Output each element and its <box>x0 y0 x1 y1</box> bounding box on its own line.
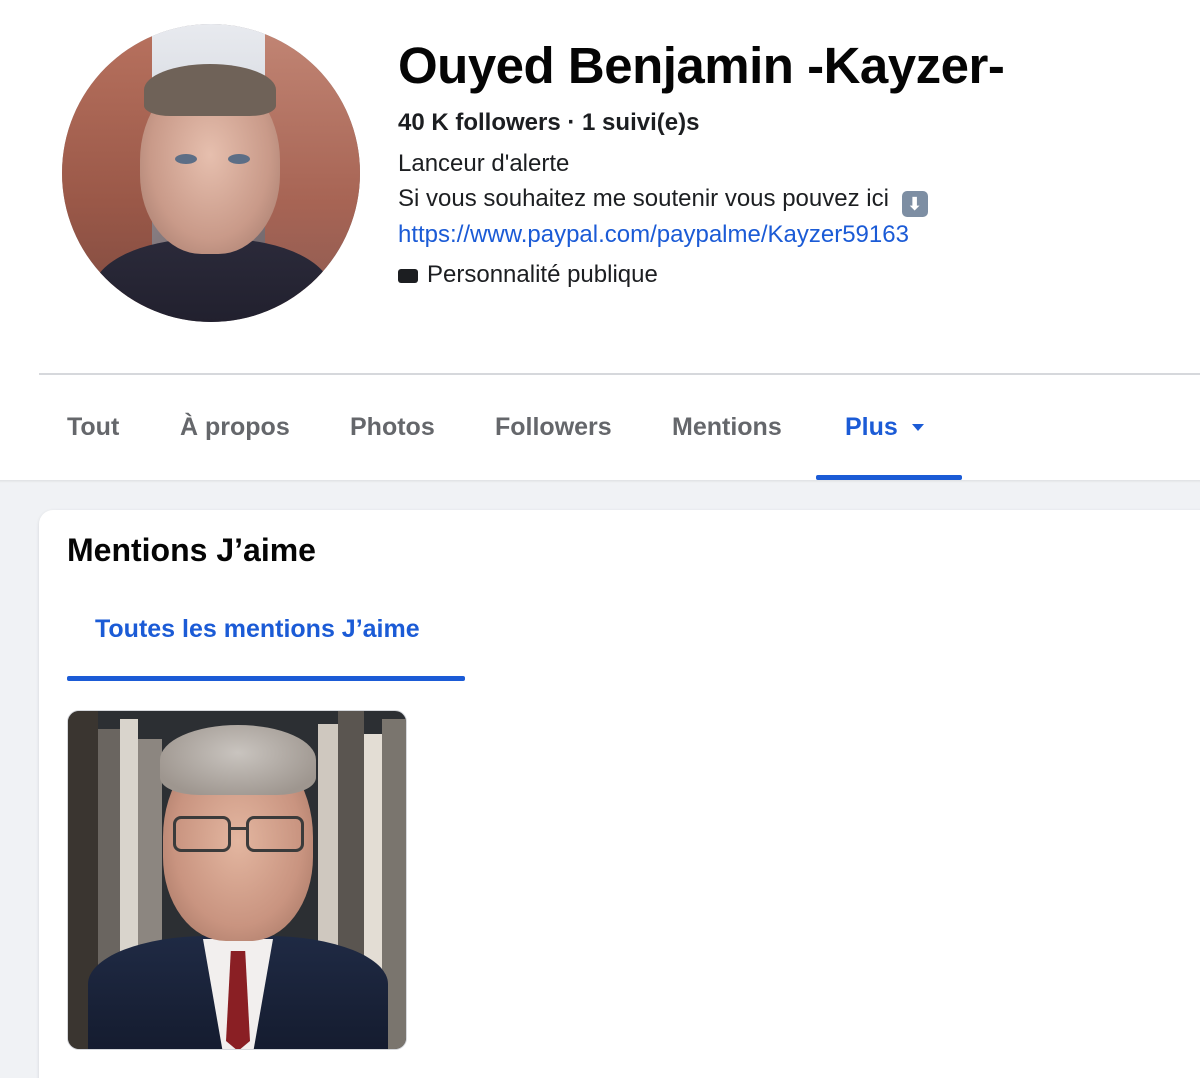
bio-line-1: Lanceur d'alerte <box>398 150 570 177</box>
bio-line-2: Si vous souhaitez me soutenir vous pouve… <box>398 185 928 217</box>
person-hair <box>160 725 316 795</box>
tab-plus[interactable]: Plus <box>845 413 924 442</box>
glasses-right-lens <box>246 816 304 852</box>
profile-name: Ouyed Benjamin -Kayzer- <box>398 37 1005 94</box>
likes-section-title: Mentions J’aime <box>67 532 316 568</box>
tab-followers[interactable]: Followers <box>495 413 612 442</box>
tab-a-propos[interactable]: À propos <box>180 413 290 442</box>
glasses-bridge <box>228 827 248 830</box>
glasses-left-lens <box>173 816 231 852</box>
profile-category-label: Personnalité publique <box>427 261 658 288</box>
avatar-hair <box>144 64 276 116</box>
header-shadow <box>0 480 1200 483</box>
profile-page: Ouyed Benjamin -Kayzer- 40 K followers ·… <box>0 0 1200 1078</box>
clapperboard-icon <box>398 269 418 283</box>
profile-header: Ouyed Benjamin -Kayzer- 40 K followers ·… <box>0 0 1200 480</box>
paypal-link[interactable]: https://www.paypal.com/paypalme/Kayzer59… <box>398 221 909 249</box>
tab-photos[interactable]: Photos <box>350 413 435 442</box>
caret-down-icon <box>911 424 924 431</box>
tab-tout[interactable]: Tout <box>67 413 119 442</box>
profile-category: Personnalité publique <box>398 261 658 289</box>
subtab-indicator <box>67 676 465 681</box>
liked-page-thumbnail[interactable] <box>67 710 407 1050</box>
tab-mentions[interactable]: Mentions <box>672 413 782 442</box>
profile-stats[interactable]: 40 K followers · 1 suivi(e)s <box>398 109 699 137</box>
bio-line-2-text: Si vous souhaitez me soutenir vous pouve… <box>398 185 889 212</box>
tab-all-likes[interactable]: Toutes les mentions J’aime <box>95 615 420 644</box>
profile-tabs: Tout À propos Photos Followers Mentions … <box>0 375 1200 480</box>
avatar-eye-right <box>228 154 250 164</box>
avatar-eye-left <box>175 154 197 164</box>
down-arrow-emoji: ⬇ <box>901 191 928 217</box>
tab-plus-label: Plus <box>845 413 898 441</box>
likes-card: Mentions J’aime Toutes les mentions J’ai… <box>39 510 1200 1078</box>
profile-avatar[interactable] <box>62 24 360 322</box>
